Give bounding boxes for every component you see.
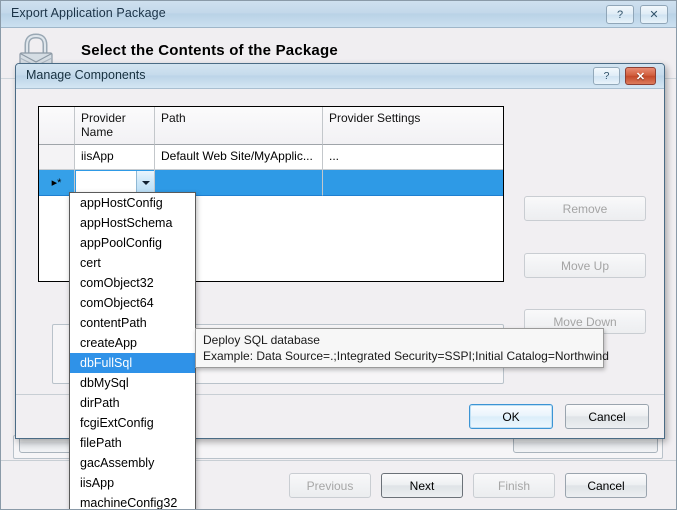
- page-title: Select the Contents of the Package: [81, 42, 338, 59]
- dropdown-item[interactable]: appHostConfig: [70, 193, 195, 213]
- chevron-down-icon[interactable]: [136, 171, 154, 194]
- cell-path[interactable]: Default Web Site/MyApplic...: [155, 145, 323, 170]
- dropdown-item[interactable]: comObject32: [70, 273, 195, 293]
- outer-window-title: Export Application Package: [11, 6, 166, 20]
- cell-provider-settings[interactable]: ...: [323, 145, 503, 170]
- dropdown-item[interactable]: comObject64: [70, 293, 195, 313]
- dropdown-item[interactable]: createApp: [70, 333, 195, 353]
- cell-provider-settings-new[interactable]: [323, 170, 503, 196]
- dropdown-item[interactable]: dbMySql: [70, 373, 195, 393]
- export-application-package-window: Export Application Package ? ✕ Select th…: [0, 0, 677, 510]
- inner-help-icon[interactable]: ?: [593, 67, 620, 85]
- dropdown-item[interactable]: iisApp: [70, 473, 195, 493]
- help-icon[interactable]: ?: [606, 5, 634, 24]
- tooltip-line-1: Deploy SQL database: [203, 333, 320, 347]
- dropdown-item[interactable]: appHostSchema: [70, 213, 195, 233]
- dropdown-item[interactable]: machineConfig32: [70, 493, 195, 509]
- grid-header-row: Provider Name Path Provider Settings: [39, 107, 503, 145]
- close-icon[interactable]: ✕: [640, 5, 668, 24]
- row-selector[interactable]: [39, 145, 75, 170]
- dropdown-item[interactable]: cert: [70, 253, 195, 273]
- move-up-button[interactable]: Move Up: [524, 253, 646, 278]
- provider-name-dropdown-list[interactable]: appHostConfig appHostSchema appPoolConfig c…: [69, 192, 196, 509]
- outer-title-bar: Export Application Package ? ✕: [1, 1, 676, 28]
- inner-close-icon[interactable]: ✕: [625, 67, 656, 85]
- wizard-cancel-button[interactable]: Cancel: [565, 473, 647, 498]
- dropdown-item[interactable]: appPoolConfig: [70, 233, 195, 253]
- dropdown-item[interactable]: filePath: [70, 433, 195, 453]
- remove-button[interactable]: Remove: [524, 196, 646, 221]
- grid-header-provider-name[interactable]: Provider Name: [75, 107, 155, 145]
- tooltip-line-2: Example: Data Source=.;Integrated Securi…: [203, 349, 609, 363]
- next-button[interactable]: Next: [381, 473, 463, 498]
- grid-header-selector: [39, 107, 75, 145]
- cell-provider-name[interactable]: iisApp: [75, 145, 155, 170]
- ok-button[interactable]: OK: [469, 404, 553, 429]
- tooltip-content: Deploy SQL database Example: Data Source…: [195, 328, 609, 368]
- dialog-cancel-button[interactable]: Cancel: [565, 404, 649, 429]
- inner-title-bar: Manage Components ? ✕: [16, 64, 664, 89]
- dropdown-item[interactable]: dbFullSql: [70, 353, 195, 373]
- grid-header-provider-settings[interactable]: Provider Settings: [323, 107, 503, 145]
- dropdown-item[interactable]: fcgiExtConfig: [70, 413, 195, 433]
- dropdown-item[interactable]: gacAssembly: [70, 453, 195, 473]
- grid-header-path[interactable]: Path: [155, 107, 323, 145]
- dropdown-item[interactable]: contentPath: [70, 313, 195, 333]
- previous-button[interactable]: Previous: [289, 473, 371, 498]
- dropdown-item[interactable]: dirPath: [70, 393, 195, 413]
- finish-button[interactable]: Finish: [473, 473, 555, 498]
- table-row[interactable]: iisApp Default Web Site/MyApplic... ...: [39, 145, 503, 170]
- inner-dialog-title: Manage Components: [26, 68, 146, 82]
